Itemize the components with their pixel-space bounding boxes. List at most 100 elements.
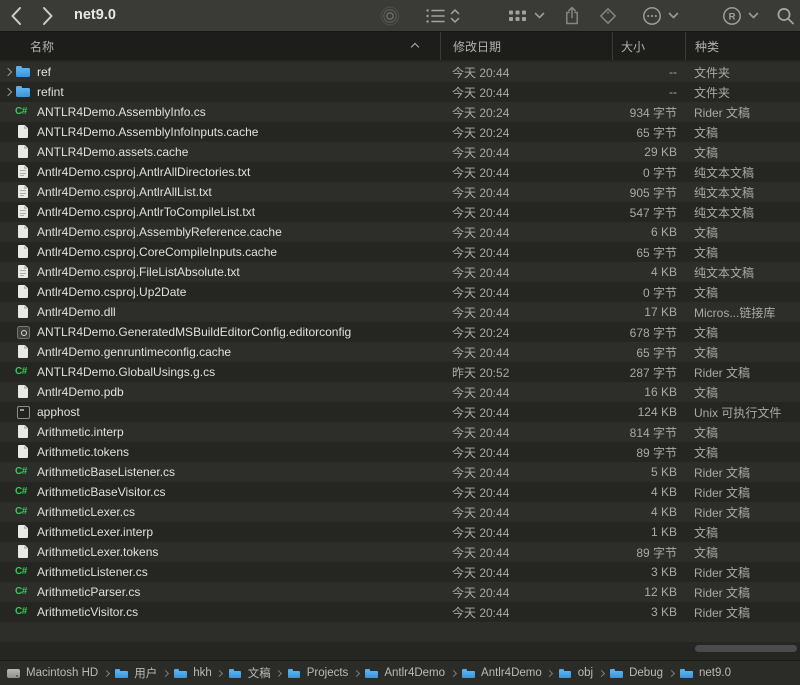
table-row[interactable]: Antlr4Demo.genruntimeconfig.cache 今天 20:… [0, 342, 800, 362]
table-row[interactable]: ANTLR4Demo.GlobalUsings.g.cs 昨天 20:52 28… [0, 362, 800, 382]
breadcrumb-item[interactable]: Antlr4Demo [461, 667, 558, 680]
table-row[interactable]: ANTLR4Demo.AssemblyInfoInputs.cache 今天 2… [0, 122, 800, 142]
rider-extension-chevron[interactable] [748, 12, 759, 20]
chevron-left-icon [10, 6, 22, 26]
file-size-value: 4 KB [612, 505, 685, 519]
table-row[interactable]: Antlr4Demo.pdb 今天 20:44 16 KB 文稿 [0, 382, 800, 402]
date-modified-value: 今天 20:44 [440, 284, 612, 301]
breadcrumb-item[interactable]: Projects [287, 667, 365, 680]
folder-icon [114, 667, 129, 680]
file-name: Antlr4Demo.csproj.CoreCompileInputs.cach… [37, 245, 277, 259]
horizontal-scrollbar-thumb[interactable] [695, 645, 797, 652]
table-row[interactable]: ArithmeticBaseListener.cs 今天 20:44 5 KB … [0, 462, 800, 482]
breadcrumb-item[interactable]: 文稿 [228, 665, 287, 681]
date-modified-value: 今天 20:24 [440, 324, 612, 341]
share-button[interactable] [564, 6, 580, 25]
file-size-value: 905 字节 [612, 184, 685, 201]
column-header-size[interactable]: 大小 [612, 32, 685, 60]
file-name: Antlr4Demo.csproj.AntlrToCompileList.txt [37, 205, 255, 219]
breadcrumb-separator-icon [595, 668, 607, 678]
sort-direction-button[interactable] [450, 8, 460, 24]
column-header-name[interactable]: 名称 [0, 32, 440, 60]
date-modified-value: 今天 20:44 [440, 604, 612, 621]
file-name: ArithmeticLexer.cs [37, 505, 135, 519]
table-row[interactable]: ArithmeticParser.cs 今天 20:44 12 KB Rider… [0, 582, 800, 602]
breadcrumb-item[interactable]: Antlr4Demo [364, 667, 461, 680]
airdrop-icon[interactable] [380, 6, 400, 26]
table-row[interactable]: Antlr4Demo.csproj.AntlrToCompileList.txt… [0, 202, 800, 222]
date-modified-value: 今天 20:44 [440, 524, 612, 541]
table-row[interactable]: Antlr4Demo.csproj.AssemblyReference.cach… [0, 222, 800, 242]
more-actions-button[interactable] [642, 6, 662, 26]
file-size-value: 4 KB [612, 265, 685, 279]
table-row[interactable]: Arithmetic.tokens 今天 20:44 89 字节 文稿 [0, 442, 800, 462]
file-kind-value: 文稿 [685, 324, 800, 341]
table-row[interactable]: ANTLR4Demo.assets.cache 今天 20:44 29 KB 文… [0, 142, 800, 162]
more-actions-chevron[interactable] [668, 12, 679, 20]
rider-extension-button[interactable]: R [722, 6, 742, 26]
group-by-chevron[interactable] [534, 12, 545, 20]
file-kind-value: Rider 文稿 [685, 464, 800, 481]
file-kind-value: 文稿 [685, 144, 800, 161]
table-row[interactable]: ArithmeticLexer.tokens 今天 20:44 89 字节 文稿 [0, 542, 800, 562]
file-name-cell: ref [0, 64, 440, 80]
disclosure-chevron-icon[interactable] [4, 84, 15, 100]
column-header-kind[interactable]: 种类 [685, 32, 800, 60]
table-row[interactable]: ref 今天 20:44 -- 文件夹 [0, 62, 800, 82]
table-row[interactable]: ArithmeticLexer.cs 今天 20:44 4 KB Rider 文… [0, 502, 800, 522]
table-row[interactable]: Antlr4Demo.csproj.AntlrAllDirectories.tx… [0, 162, 800, 182]
forward-button[interactable] [42, 6, 54, 26]
table-row[interactable]: Antlr4Demo.csproj.Up2Date 今天 20:44 0 字节 … [0, 282, 800, 302]
search-button[interactable] [776, 6, 795, 25]
table-row[interactable]: apphost 今天 20:44 124 KB Unix 可执行文件 [0, 402, 800, 422]
chevron-down-icon [534, 12, 545, 20]
table-row[interactable]: ANTLR4Demo.GeneratedMSBuildEditorConfig.… [0, 322, 800, 342]
file-name: Arithmetic.tokens [37, 445, 129, 459]
table-row[interactable]: Arithmetic.interp 今天 20:44 814 字节 文稿 [0, 422, 800, 442]
date-modified-value: 今天 20:44 [440, 84, 612, 101]
breadcrumb-item[interactable]: hkh [173, 667, 228, 680]
file-kind-value: Rider 文稿 [685, 364, 800, 381]
column-header-date-modified[interactable]: 修改日期 [440, 32, 612, 60]
file-size-value: 65 字节 [612, 244, 685, 261]
breadcrumb-separator-icon [544, 668, 556, 678]
file-name-cell: Antlr4Demo.csproj.AntlrToCompileList.txt [0, 204, 440, 220]
file-name: ANTLR4Demo.AssemblyInfo.cs [37, 105, 206, 119]
document-icon [15, 524, 31, 540]
file-size-value: 547 字节 [612, 204, 685, 221]
table-row[interactable]: ANTLR4Demo.AssemblyInfo.cs 今天 20:24 934 … [0, 102, 800, 122]
table-row[interactable]: Antlr4Demo.csproj.FileListAbsolute.txt 今… [0, 262, 800, 282]
disclosure-chevron-icon[interactable] [4, 64, 15, 80]
table-row[interactable]: ArithmeticLexer.interp 今天 20:44 1 KB 文稿 [0, 522, 800, 542]
table-row[interactable]: Antlr4Demo.csproj.CoreCompileInputs.cach… [0, 242, 800, 262]
breadcrumb-item[interactable]: Debug [609, 667, 679, 680]
table-row[interactable]: ArithmeticBaseVisitor.cs 今天 20:44 4 KB R… [0, 482, 800, 502]
breadcrumb-separator-icon [100, 668, 112, 678]
breadcrumb-label: Debug [629, 667, 663, 679]
breadcrumb-item[interactable]: obj [558, 667, 609, 680]
file-size-value: 12 KB [612, 585, 685, 599]
breadcrumb-item[interactable]: net9.0 [679, 667, 731, 680]
file-size-value: 3 KB [612, 565, 685, 579]
back-button[interactable] [10, 6, 22, 26]
file-size-value: 287 字节 [612, 364, 685, 381]
table-row[interactable]: ArithmeticVisitor.cs 今天 20:44 3 KB Rider… [0, 602, 800, 622]
breadcrumb-item[interactable]: 用户 [114, 665, 173, 681]
file-kind-value: Rider 文稿 [685, 104, 800, 121]
group-by-button[interactable] [508, 7, 528, 24]
date-modified-value: 今天 20:44 [440, 224, 612, 241]
file-name: ArithmeticVisitor.cs [37, 605, 138, 619]
file-size-value: 65 字节 [612, 344, 685, 361]
document-icon [15, 384, 31, 400]
table-row[interactable]: refint 今天 20:44 -- 文件夹 [0, 82, 800, 102]
tag-button[interactable] [599, 7, 617, 25]
file-kind-value: 文件夹 [685, 84, 800, 101]
file-name: Antlr4Demo.dll [37, 305, 116, 319]
file-name-cell: ArithmeticListener.cs [0, 564, 440, 580]
list-view-button[interactable] [426, 8, 446, 24]
breadcrumb-item[interactable]: Macintosh HD [6, 667, 114, 680]
file-kind-value: 纯文本文稿 [685, 204, 800, 221]
table-row[interactable]: ArithmeticListener.cs 今天 20:44 3 KB Ride… [0, 562, 800, 582]
table-row[interactable]: Antlr4Demo.dll 今天 20:44 17 KB Micros...链… [0, 302, 800, 322]
table-row[interactable]: Antlr4Demo.csproj.AntlrAllList.txt 今天 20… [0, 182, 800, 202]
